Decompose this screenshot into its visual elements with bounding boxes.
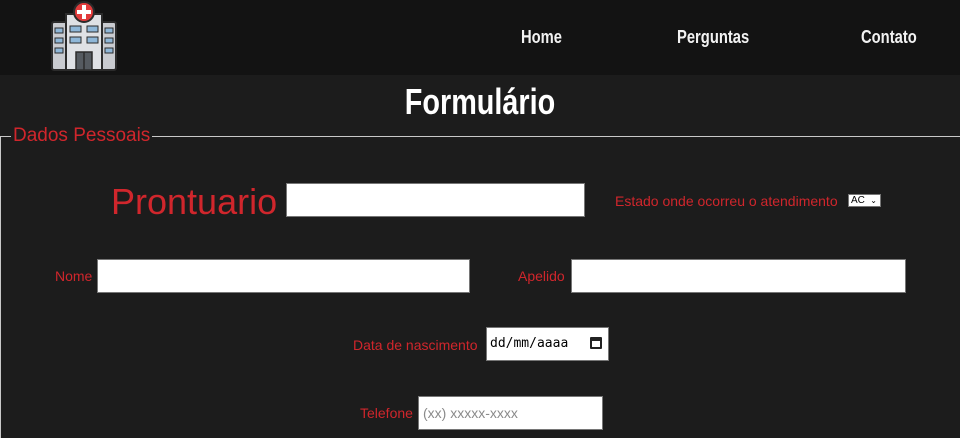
nascimento-date-input[interactable]: dd/mm/aaaa (486, 327, 609, 361)
prontuario-input[interactable] (286, 183, 585, 217)
apelido-label: Apelido (518, 268, 565, 284)
telefone-input[interactable] (418, 396, 603, 430)
calendar-icon[interactable] (590, 337, 602, 349)
estado-select[interactable]: AC ⌄ (848, 194, 881, 207)
nascimento-label: Data de nascimento (353, 337, 478, 353)
prontuario-label: Prontuario (111, 181, 278, 222)
page-title: Formulário (0, 80, 960, 124)
estado-selected-value: AC (851, 195, 865, 206)
nav-contato-link[interactable]: Contato (861, 27, 917, 48)
apelido-input[interactable] (571, 259, 906, 293)
nome-label: Nome (55, 268, 93, 284)
telefone-label: Telefone (360, 405, 413, 421)
navbar: Home Perguntas Contato (0, 0, 960, 75)
hospital-icon[interactable] (48, 0, 120, 72)
nome-input[interactable] (97, 259, 470, 293)
estado-label: Estado onde ocorreu o atendimento (615, 193, 838, 209)
page-title-text: Formulário (404, 81, 556, 122)
chevron-down-icon: ⌄ (870, 196, 877, 205)
nav-perguntas-link[interactable]: Perguntas (677, 27, 749, 48)
nav-home-link[interactable]: Home (521, 27, 562, 48)
date-placeholder: dd/mm/aaaa (490, 336, 569, 351)
fieldset-legend: Dados Pessoais (11, 125, 153, 147)
